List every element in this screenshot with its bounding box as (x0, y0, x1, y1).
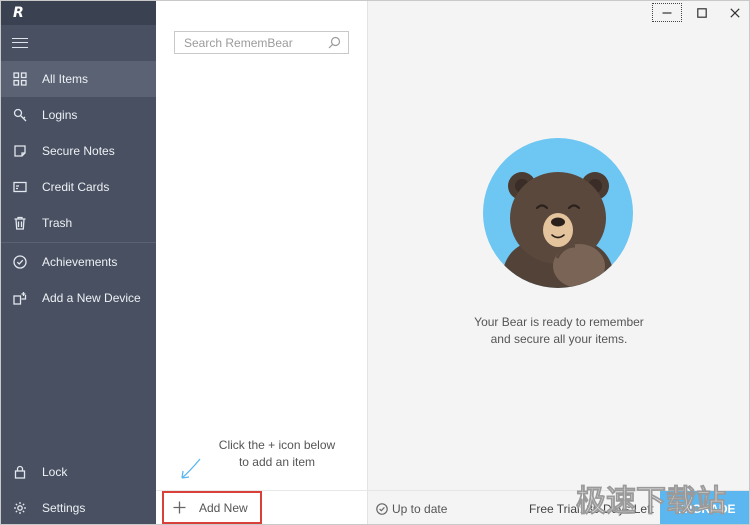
sidebar-item-credit-cards[interactable]: Credit Cards (1, 169, 156, 205)
app-logo: R (13, 5, 24, 21)
sync-status-label: Up to date (392, 502, 448, 516)
sidebar-item-all-items[interactable]: All Items (1, 61, 156, 97)
add-new-button[interactable]: Add New (162, 491, 262, 524)
trash-icon (13, 216, 27, 230)
search-placeholder: Search RememBear (184, 35, 293, 50)
note-icon (13, 144, 27, 158)
check-circle-icon (376, 503, 388, 515)
gear-icon (13, 501, 27, 515)
sidebar-item-secure-notes[interactable]: Secure Notes (1, 133, 156, 169)
sidebar-divider (1, 242, 156, 243)
bear-icon (501, 172, 615, 288)
maximize-icon (696, 8, 707, 18)
menu-toggle-button[interactable] (1, 25, 156, 61)
list-bottom-bar: Add New (156, 490, 368, 524)
upgrade-button[interactable]: UPGRADE (660, 491, 749, 524)
sidebar-bottom: Lock Settings (1, 454, 156, 524)
add-device-icon (13, 291, 27, 305)
trial-status: Free Trial: 30 Days Left (529, 502, 654, 516)
sidebar-item-label: Settings (42, 501, 86, 515)
minimize-icon (662, 11, 672, 14)
search-icon[interactable] (328, 36, 341, 49)
add-new-label: Add New (199, 500, 248, 515)
status-bar: Up to date Free Trial: 30 Days Left UPGR… (368, 490, 749, 524)
sidebar-item-label: Trash (42, 216, 73, 230)
sidebar-item-label: Logins (42, 108, 78, 122)
hint-line-1: Click the + icon below (218, 438, 336, 452)
lock-icon (13, 465, 27, 479)
sidebar-item-label: Credit Cards (42, 180, 110, 194)
sidebar-item-label: Achievements (42, 255, 118, 269)
check-circle-icon (13, 255, 27, 269)
minimize-button[interactable] (652, 3, 682, 22)
detail-panel: Your Bear is ready to remember and secur… (368, 1, 749, 524)
grid-icon (13, 72, 27, 86)
sidebar: R All Items Logins Secure Notes Credit C… (1, 1, 156, 524)
app-window: R All Items Logins Secure Notes Credit C… (0, 0, 750, 525)
sidebar-item-label: All Items (42, 72, 89, 86)
hamburger-icon (12, 38, 28, 48)
hint-line-2: to add an item (238, 455, 316, 469)
close-button[interactable] (718, 1, 749, 25)
sidebar-item-add-device[interactable]: Add a New Device (1, 280, 156, 316)
add-item-hint: Click the + icon below to add an item (192, 437, 362, 471)
plus-icon (173, 501, 186, 514)
bear-illustration (483, 138, 633, 288)
item-list-panel: Search RememBear Click the + icon below … (156, 1, 368, 524)
sync-status: Up to date (376, 502, 447, 516)
sidebar-item-settings[interactable]: Settings (1, 490, 156, 524)
message-line-2: and secure all your items. (490, 332, 628, 346)
sidebar-item-achievements[interactable]: Achievements (1, 244, 156, 280)
sidebar-item-label: Secure Notes (42, 144, 115, 158)
sidebar-item-lock[interactable]: Lock (1, 454, 156, 490)
credit-card-icon (13, 180, 27, 194)
sidebar-item-trash[interactable]: Trash (1, 205, 156, 241)
sidebar-item-logins[interactable]: Logins (1, 97, 156, 133)
sidebar-item-label: Lock (42, 465, 68, 479)
window-controls (652, 1, 749, 25)
maximize-button[interactable] (685, 1, 718, 25)
hint-arrow-icon (181, 458, 201, 479)
search-input[interactable]: Search RememBear (174, 31, 349, 54)
message-line-1: Your Bear is ready to remember (474, 315, 644, 329)
sidebar-item-label: Add a New Device (42, 291, 141, 305)
key-icon (13, 108, 27, 122)
empty-state-message: Your Bear is ready to remember and secur… (461, 314, 657, 348)
title-bar: R (1, 1, 156, 25)
close-icon (729, 8, 740, 18)
